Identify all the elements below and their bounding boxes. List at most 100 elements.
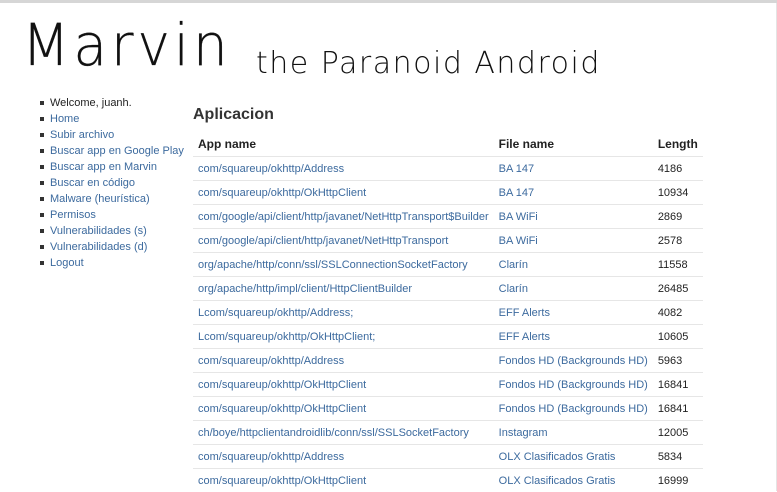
length-cell: 2869 — [653, 205, 703, 229]
app-name-link[interactable]: com/squareup/okhttp/OkHttpClient — [198, 187, 366, 199]
file-name-link[interactable]: Fondos HD (Backgrounds HD) — [499, 403, 648, 415]
vulnerabilities-static-link[interactable]: Vulnerabilidades (s) — [50, 225, 147, 237]
file-name-cell: OLX Clasificados Gratis — [494, 445, 653, 469]
malware-link[interactable]: Malware (heurística) — [50, 193, 150, 205]
file-name-link[interactable]: Fondos HD (Backgrounds HD) — [499, 355, 648, 367]
file-name-link[interactable]: Clarín — [499, 283, 528, 295]
app-name-cell: com/squareup/okhttp/OkHttpClient — [193, 469, 494, 492]
column-header-file-name: File name — [494, 132, 653, 157]
app-name-link[interactable]: com/squareup/okhttp/OkHttpClient — [198, 379, 366, 391]
file-name-cell: BA 147 — [494, 181, 653, 205]
file-name-link[interactable]: BA WiFi — [499, 235, 538, 247]
file-name-link[interactable]: BA 147 — [499, 187, 534, 199]
upload-file-link[interactable]: Subir archivo — [50, 129, 114, 141]
app-name-link[interactable]: com/squareup/okhttp/OkHttpClient — [198, 475, 366, 487]
search-google-play-link[interactable]: Buscar app en Google Play — [50, 145, 184, 157]
app-name-cell: com/squareup/okhttp/OkHttpClient — [193, 373, 494, 397]
file-name-link[interactable]: Instagram — [499, 427, 548, 439]
table-row: com/squareup/okhttp/OkHttpClient BA 147 10… — [193, 181, 703, 205]
vulnerabilities-dynamic-link[interactable]: Vulnerabilidades (d) — [50, 241, 147, 253]
app-name-cell: ch/boye/httpclientandroidlib/conn/ssl/SS… — [193, 421, 494, 445]
app-name-link[interactable]: com/squareup/okhttp/OkHttpClient — [198, 403, 366, 415]
app-name-cell: com/squareup/okhttp/OkHttpClient — [193, 397, 494, 421]
app-name-link[interactable]: ch/boye/httpclientandroidlib/conn/ssl/SS… — [198, 427, 469, 439]
file-name-cell: Clarín — [494, 277, 653, 301]
site-logo[interactable]: Marvin — [22, 10, 232, 80]
logout-link[interactable]: Logout — [50, 257, 84, 269]
file-name-cell: Fondos HD (Backgrounds HD) — [494, 349, 653, 373]
sidebar-item-logout: Logout — [40, 255, 190, 271]
file-name-cell: EFF Alerts — [494, 301, 653, 325]
app-name-link[interactable]: com/squareup/okhttp/Address — [198, 451, 344, 463]
sidebar-item-search-marvin: Buscar app en Marvin — [40, 159, 190, 175]
table-header-row: App name File name Length — [193, 132, 703, 157]
app-name-cell: Lcom/squareup/okhttp/Address; — [193, 301, 494, 325]
length-cell: 26485 — [653, 277, 703, 301]
length-cell: 2578 — [653, 229, 703, 253]
sidebar-item-permissions: Permisos — [40, 207, 190, 223]
table-body: com/squareup/okhttp/AddressBA 1474186com… — [193, 157, 703, 492]
file-name-cell: Instagram — [494, 421, 653, 445]
sidebar-item-home: Home — [40, 111, 190, 127]
table-row: com/squareup/okhttp/OkHttpClient OLX Clas… — [193, 469, 703, 492]
sidebar-item-vulns-dynamic: Vulnerabilidades (d) — [40, 239, 190, 255]
sidebar-item-search-code: Buscar en código — [40, 175, 190, 191]
file-name-cell: BA 147 — [494, 157, 653, 181]
file-name-cell: Fondos HD (Backgrounds HD) — [494, 373, 653, 397]
app-name-link[interactable]: com/squareup/okhttp/Address — [198, 163, 344, 175]
page-title: Aplicacion — [193, 104, 703, 126]
sidebar-menu: Welcome, juanh. Home Subir archivo Busca… — [40, 95, 190, 271]
length-cell: 5963 — [653, 349, 703, 373]
table-row: org/apache/http/conn/ssl/SSLConnectionSo… — [193, 253, 703, 277]
file-name-link[interactable]: Fondos HD (Backgrounds HD) — [499, 379, 648, 391]
app-name-link[interactable]: com/google/api/client/http/javanet/NetHt… — [198, 211, 489, 223]
column-header-app-name: App name — [193, 132, 494, 157]
app-name-cell: org/apache/http/impl/client/HttpClientBu… — [193, 277, 494, 301]
file-name-link[interactable]: EFF Alerts — [499, 307, 550, 319]
table-row: com/squareup/okhttp/Address Fondos HD (Ba… — [193, 349, 703, 373]
file-name-cell: Fondos HD (Backgrounds HD) — [494, 397, 653, 421]
welcome-text: Welcome, juanh. — [50, 97, 132, 109]
file-name-link[interactable]: Clarín — [499, 259, 528, 271]
search-code-link[interactable]: Buscar en código — [50, 177, 135, 189]
length-cell: 12005 — [653, 421, 703, 445]
search-marvin-link[interactable]: Buscar app en Marvin — [50, 161, 157, 173]
file-name-link[interactable]: OLX Clasificados Gratis — [499, 475, 616, 487]
app-name-link[interactable]: Lcom/squareup/okhttp/OkHttpClient; — [198, 331, 375, 343]
sidebar-item-malware: Malware (heurística) — [40, 191, 190, 207]
file-name-cell: BA WiFi — [494, 205, 653, 229]
length-cell: 16999 — [653, 469, 703, 492]
home-link[interactable]: Home — [50, 113, 79, 125]
length-cell: 10605 — [653, 325, 703, 349]
app-name-link[interactable]: com/squareup/okhttp/Address — [198, 355, 344, 367]
table-row: com/squareup/okhttp/OkHttpClient Fondos H… — [193, 373, 703, 397]
file-name-link[interactable]: EFF Alerts — [499, 331, 550, 343]
length-cell: 10934 — [653, 181, 703, 205]
sidebar-item-vulns-static: Vulnerabilidades (s) — [40, 223, 190, 239]
sidebar-item-google-play: Buscar app en Google Play — [40, 143, 190, 159]
file-name-link[interactable]: OLX Clasificados Gratis — [499, 451, 616, 463]
length-cell: 16841 — [653, 373, 703, 397]
app-name-link[interactable]: Lcom/squareup/okhttp/Address; — [198, 307, 353, 319]
table-row: ch/boye/httpclientandroidlib/conn/ssl/SS… — [193, 421, 703, 445]
site-tagline: the Paranoid Android — [256, 46, 601, 82]
sidebar-item-upload: Subir archivo — [40, 127, 190, 143]
length-cell: 16841 — [653, 397, 703, 421]
length-cell: 11558 — [653, 253, 703, 277]
app-name-cell: com/google/api/client/http/javanet/NetHt… — [193, 229, 494, 253]
app-name-link[interactable]: org/apache/http/conn/ssl/SSLConnectionSo… — [198, 259, 468, 271]
app-name-cell: com/google/api/client/http/javanet/NetHt… — [193, 205, 494, 229]
file-name-cell: BA WiFi — [494, 229, 653, 253]
table-row: Lcom/squareup/okhttp/Address; EFF Alerts 4… — [193, 301, 703, 325]
app-name-link[interactable]: org/apache/http/impl/client/HttpClientBu… — [198, 283, 412, 295]
length-cell: 4082 — [653, 301, 703, 325]
column-header-length: Length — [653, 132, 703, 157]
main-content: Aplicacion App name File name Length com… — [193, 104, 703, 492]
file-name-link[interactable]: BA WiFi — [499, 211, 538, 223]
file-name-cell: Clarín — [494, 253, 653, 277]
permissions-link[interactable]: Permisos — [50, 209, 96, 221]
file-name-link[interactable]: BA 147 — [499, 163, 534, 175]
table-row: com/squareup/okhttp/OkHttpClient Fondos H… — [193, 397, 703, 421]
app-name-link[interactable]: com/google/api/client/http/javanet/NetHt… — [198, 235, 448, 247]
sidebar: Welcome, juanh. Home Subir archivo Busca… — [40, 95, 190, 271]
